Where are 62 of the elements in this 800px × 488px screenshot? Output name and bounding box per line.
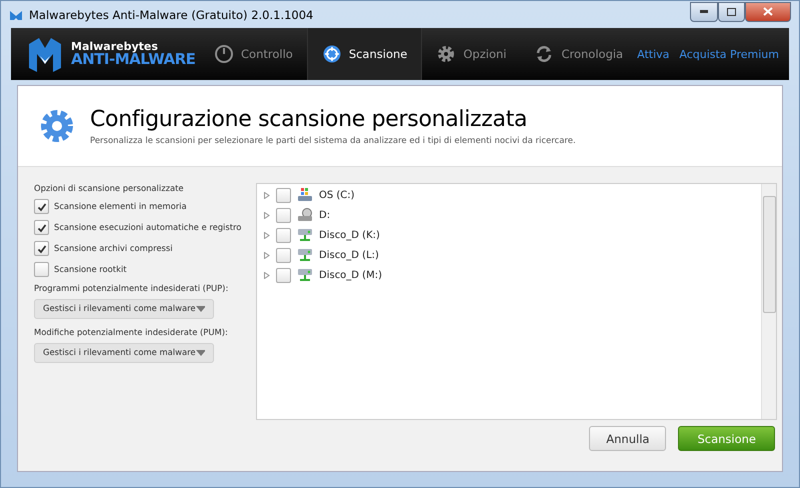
- product-name: ANTI-MALWARE: [71, 52, 196, 67]
- checkbox-label: Scansione elementi in memoria: [54, 201, 187, 212]
- dropdown-arrow-icon: [196, 306, 205, 312]
- checkbox-label: Scansione esecuzioni automatiche e registro: [54, 222, 242, 234]
- checkbox[interactable]: [34, 262, 49, 278]
- drive-label: Disco_D (L:): [319, 250, 379, 260]
- checkbox[interactable]: [276, 268, 291, 282]
- maximize-button[interactable]: [718, 2, 745, 22]
- options-heading: Opzioni di scansione personalizzate: [34, 183, 185, 194]
- drive-icon: [297, 208, 313, 222]
- nav-tab[interactable]: Controllo: [200, 28, 307, 80]
- checkbox[interactable]: [276, 248, 291, 262]
- dropdown-label: Programmi potenzialmente indesiderati (PUP):: [34, 282, 230, 294]
- drive-icon: [297, 188, 313, 202]
- page-title: Configurazione scansione personalizzata: [90, 106, 528, 132]
- drive-label: D:: [319, 210, 330, 220]
- dropdown-label: Modifiche potenzialmente indesiderate (PUM):: [34, 326, 229, 338]
- checkbox[interactable]: [34, 220, 49, 236]
- checkbox[interactable]: [34, 241, 49, 256]
- window-title: Malwarebytes Anti-Malware (Gratuito) 2.0.1.1004: [29, 8, 314, 22]
- dropdown[interactable]: Gestisci i rilevamenti come malware: [34, 298, 214, 319]
- checkmark-icon: [36, 222, 46, 233]
- header-link[interactable]: Acquista Premium: [679, 48, 779, 60]
- checkbox-label: Scansione archivi compressi: [54, 243, 173, 254]
- maximize-icon: [727, 8, 736, 16]
- crosshair-icon: [322, 44, 342, 64]
- minimize-icon: [700, 10, 708, 13]
- expand-arrow-icon[interactable]: [263, 192, 270, 198]
- checkmark-icon: [36, 202, 46, 212]
- nav-tab[interactable]: Opzioni: [422, 28, 520, 80]
- network-drive-icon: [297, 248, 313, 262]
- checkbox-label: Scansione rootkit: [54, 264, 127, 276]
- cancel-button[interactable]: Annulla: [589, 426, 666, 451]
- close-button[interactable]: [745, 2, 791, 22]
- checkbox[interactable]: [276, 208, 291, 222]
- expand-arrow-icon[interactable]: [263, 212, 270, 218]
- header-link[interactable]: Attiva: [637, 48, 670, 60]
- minimize-button[interactable]: [690, 2, 718, 22]
- close-icon: [763, 7, 773, 16]
- nav-tab[interactable]: Scansione: [306, 28, 422, 80]
- checkmark-icon: [36, 244, 46, 254]
- checkbox[interactable]: [34, 199, 49, 214]
- drive-label: Disco_D (M:): [319, 270, 382, 280]
- checkbox[interactable]: [276, 188, 291, 202]
- gauge-icon: [214, 44, 234, 64]
- network-drive-icon: [297, 228, 313, 242]
- page-subtitle: Personalizza le scansioni per selezionare le parti del sistema da analizzare ed i tipi di elementi nocivi da ricercare.: [90, 136, 576, 146]
- settings-icon: [38, 107, 76, 145]
- dropdown-arrow-icon: [196, 350, 205, 356]
- network-drive-icon: [297, 268, 313, 282]
- expand-arrow-icon[interactable]: [263, 272, 270, 278]
- expand-arrow-icon[interactable]: [263, 232, 270, 238]
- drive-label: Disco_D (K:): [319, 230, 380, 240]
- gear-icon: [436, 44, 456, 64]
- dropdown[interactable]: Gestisci i rilevamenti come malware: [34, 342, 214, 363]
- nav-tab[interactable]: Cronologia: [520, 28, 638, 80]
- brand-name: Malwarebytes: [71, 41, 159, 52]
- scan-button[interactable]: Scansione: [678, 426, 775, 451]
- drive-label: OS (C:): [319, 190, 355, 200]
- scrollbar[interactable]: [761, 184, 776, 419]
- expand-arrow-icon[interactable]: [263, 252, 270, 258]
- checkbox[interactable]: [276, 228, 291, 242]
